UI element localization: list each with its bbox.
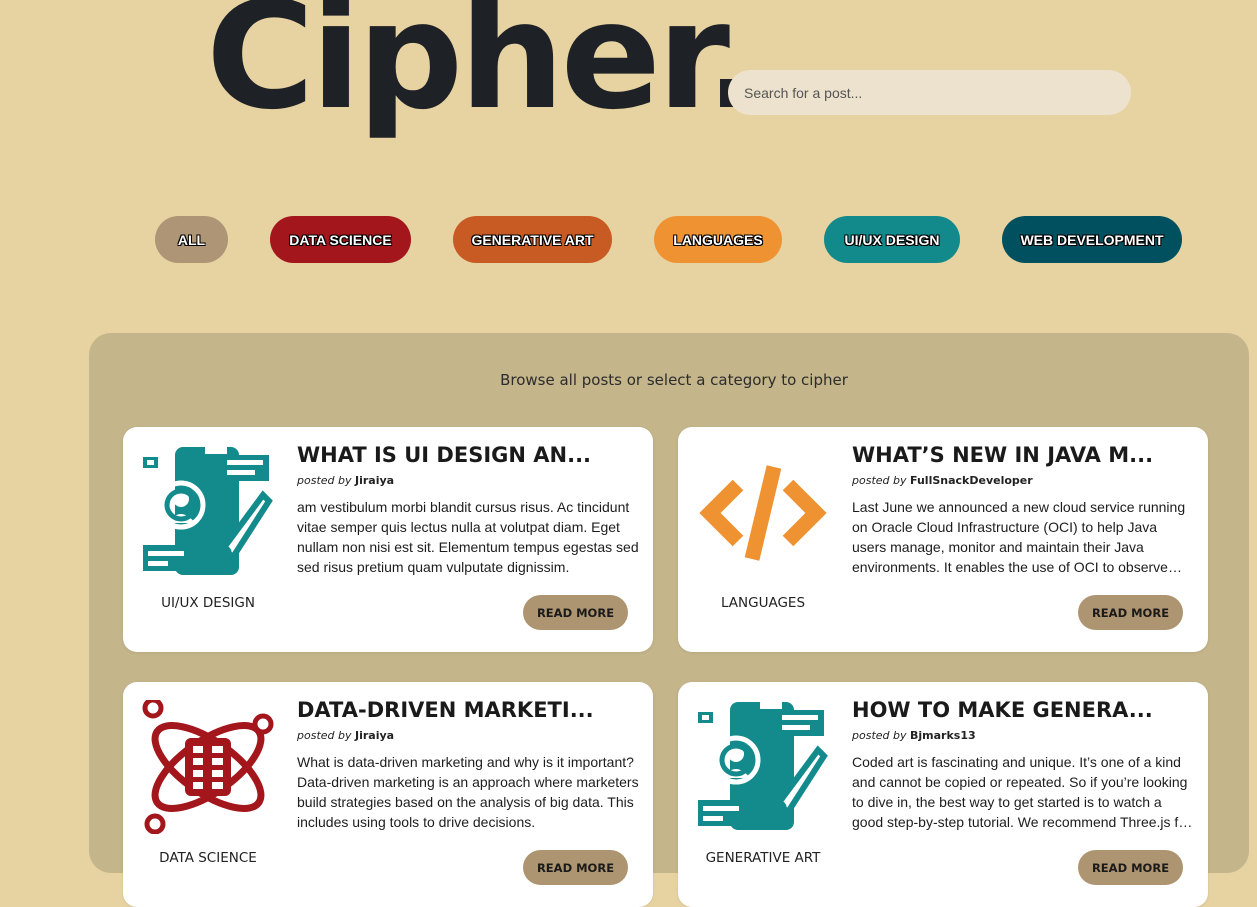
post-category-label: LANGUAGES xyxy=(720,595,806,611)
post-author: Bjmarks13 xyxy=(910,729,976,742)
post-card: GENERATIVE ART HOW TO MAKE GENERA... pos… xyxy=(678,682,1208,907)
post-card: UI/UX DESIGN WHAT IS UI DESIGN AN... pos… xyxy=(123,427,653,652)
post-excerpt: am vestibulum morbi blandit cursus risus… xyxy=(297,499,639,575)
category-languages-button[interactable]: LANGUAGES xyxy=(654,216,782,263)
read-more-button[interactable]: READ MORE xyxy=(523,850,628,885)
post-author: Jiraiya xyxy=(355,729,395,742)
post-excerpt: What is data-driven marketing and why is… xyxy=(297,754,639,830)
category-generative-art-button[interactable]: GENERATIVE ART xyxy=(453,216,612,263)
ui-ux-design-icon xyxy=(696,700,830,834)
post-card: LANGUAGES WHAT’S NEW IN JAVA M... posted… xyxy=(678,427,1208,652)
category-all-button[interactable]: ALL xyxy=(155,216,228,263)
post-author: Jiraiya xyxy=(355,474,395,487)
post-meta: posted by Jiraiya xyxy=(297,474,394,487)
data-atom-icon xyxy=(141,700,275,834)
post-category-label: GENERATIVE ART xyxy=(705,850,821,866)
post-title[interactable]: WHAT’S NEW IN JAVA M... xyxy=(852,443,1192,467)
post-meta: posted by Jiraiya xyxy=(297,729,394,742)
post-card: DATA SCIENCE DATA-DRIVEN MARKETI... post… xyxy=(123,682,653,907)
code-brackets-icon xyxy=(696,445,830,579)
post-author: FullSnackDeveloper xyxy=(910,474,1033,487)
post-category-label: DATA SCIENCE xyxy=(159,850,257,866)
posts-subtitle: Browse all posts or select a category to… xyxy=(500,371,848,389)
posted-by-label: posted by xyxy=(852,474,907,487)
read-more-button[interactable]: READ MORE xyxy=(1078,595,1183,630)
category-web-development-button[interactable]: WEB DEVELOPMENT xyxy=(1002,216,1182,263)
post-excerpt: Coded art is fascinating and unique. It’… xyxy=(852,754,1191,830)
category-data-science-button[interactable]: DATA SCIENCE xyxy=(270,216,411,263)
category-ui-ux-design-button[interactable]: UI/UX DESIGN xyxy=(824,216,960,263)
site-logo: Cipher. xyxy=(206,0,761,142)
post-excerpt: Last June we announced a new cloud servi… xyxy=(852,499,1186,575)
post-title[interactable]: HOW TO MAKE GENERA... xyxy=(852,698,1192,722)
post-meta: posted by Bjmarks13 xyxy=(852,729,976,742)
posted-by-label: posted by xyxy=(852,729,907,742)
search-input[interactable] xyxy=(728,70,1131,115)
read-more-button[interactable]: READ MORE xyxy=(523,595,628,630)
ui-ux-design-icon xyxy=(141,445,275,579)
read-more-button[interactable]: READ MORE xyxy=(1078,850,1183,885)
posted-by-label: posted by xyxy=(297,729,352,742)
posted-by-label: posted by xyxy=(297,474,352,487)
post-category-label: UI/UX DESIGN xyxy=(161,595,255,611)
post-title[interactable]: DATA-DRIVEN MARKETI... xyxy=(297,698,637,722)
post-meta: posted by FullSnackDeveloper xyxy=(852,474,1033,487)
post-title[interactable]: WHAT IS UI DESIGN AN... xyxy=(297,443,637,467)
